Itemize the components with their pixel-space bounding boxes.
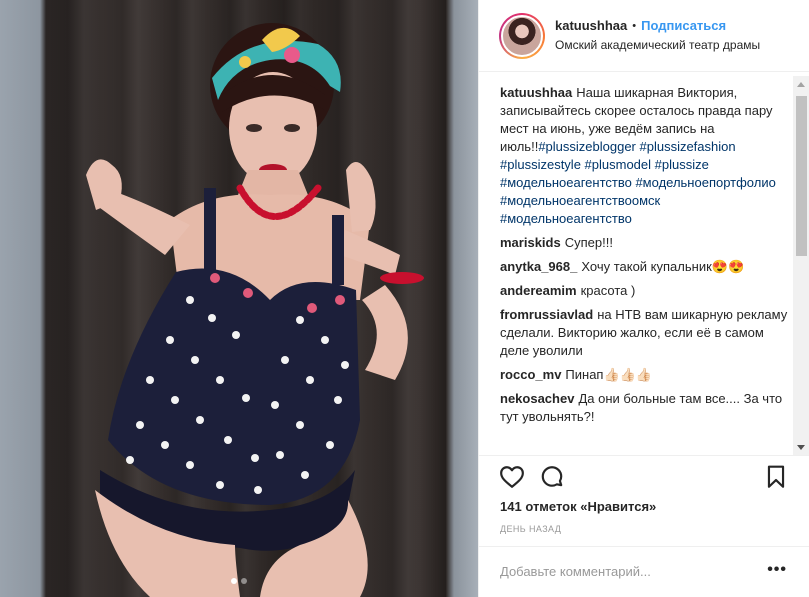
- carousel-dot-1[interactable]: [231, 578, 237, 584]
- photo-illustration: [86, 23, 424, 597]
- avatar-image: [501, 14, 543, 57]
- likes-number: 141: [500, 499, 522, 514]
- follow-button[interactable]: Подписаться: [641, 17, 726, 35]
- comment-text: Хочу такой купальник😍😍: [581, 259, 745, 274]
- comment-text: Супер!!!: [564, 235, 613, 250]
- location-link[interactable]: Омский академический театр драмы: [555, 36, 760, 54]
- comment-input[interactable]: [500, 564, 750, 579]
- likes-label: отметок «Нравится»: [525, 499, 657, 514]
- comment-username[interactable]: katuushhaa: [500, 85, 572, 100]
- comments-list: katuushhaa Наша шикарная Виктория, записы…: [500, 84, 794, 454]
- post-sidebar: katuushhaa • Подписаться Омский академич…: [478, 0, 809, 597]
- add-comment-section: •••: [479, 546, 809, 597]
- comment-username[interactable]: nekosachev: [500, 391, 574, 406]
- comment-text: Пинап👍🏻👍🏻👍🏻: [565, 367, 653, 382]
- comment-item: anytka_968_ Хочу такой купальник😍😍: [500, 258, 794, 276]
- carousel-indicator[interactable]: [0, 578, 478, 584]
- action-bar: [479, 455, 809, 495]
- scroll-down-arrow-icon[interactable]: [797, 445, 805, 450]
- comment-username[interactable]: rocco_mv: [500, 367, 561, 382]
- comment-item: nekosachev Да они больные там все.... За …: [500, 390, 794, 426]
- scrollbar-thumb[interactable]: [796, 96, 807, 256]
- post-time[interactable]: день назад: [500, 524, 561, 534]
- header-separator: •: [632, 20, 637, 32]
- comment-item: mariskids Супер!!!: [500, 234, 794, 252]
- comment-hashtags[interactable]: #plussizeblogger #plussizefashion #pluss…: [500, 139, 776, 226]
- comment-username[interactable]: andereamim: [500, 283, 577, 298]
- post-photo[interactable]: [0, 0, 478, 597]
- header-top-line: katuushhaa • Подписаться: [555, 17, 760, 35]
- likes-count[interactable]: 141 отметок «Нравится»: [500, 499, 656, 514]
- bookmark-icon[interactable]: [763, 464, 789, 490]
- header-username[interactable]: katuushhaa: [555, 17, 627, 35]
- scroll-up-arrow-icon[interactable]: [797, 82, 805, 87]
- comment-username[interactable]: mariskids: [500, 235, 561, 250]
- post-header: katuushhaa • Подписаться Омский академич…: [479, 0, 809, 72]
- carousel-dot-2[interactable]: [241, 578, 247, 584]
- comment-text: красота ): [580, 283, 636, 298]
- comment-username[interactable]: fromrussiavlad: [500, 307, 593, 322]
- caption-comment: katuushhaa Наша шикарная Виктория, записы…: [500, 84, 794, 228]
- header-text: katuushhaa • Подписаться Омский академич…: [555, 17, 760, 54]
- speech-bubble-icon[interactable]: [539, 464, 565, 490]
- comment-username[interactable]: anytka_968_: [500, 259, 577, 274]
- comment-item: rocco_mv Пинап👍🏻👍🏻👍🏻: [500, 366, 794, 384]
- comments-scrollbar[interactable]: [793, 76, 809, 456]
- more-options-icon[interactable]: •••: [767, 561, 787, 579]
- comment-item: andereamim красота ): [500, 282, 794, 300]
- comment-item: fromrussiavlad на НТВ вам шикарную реклам…: [500, 306, 794, 360]
- heart-icon[interactable]: [499, 464, 525, 490]
- avatar[interactable]: [499, 12, 545, 59]
